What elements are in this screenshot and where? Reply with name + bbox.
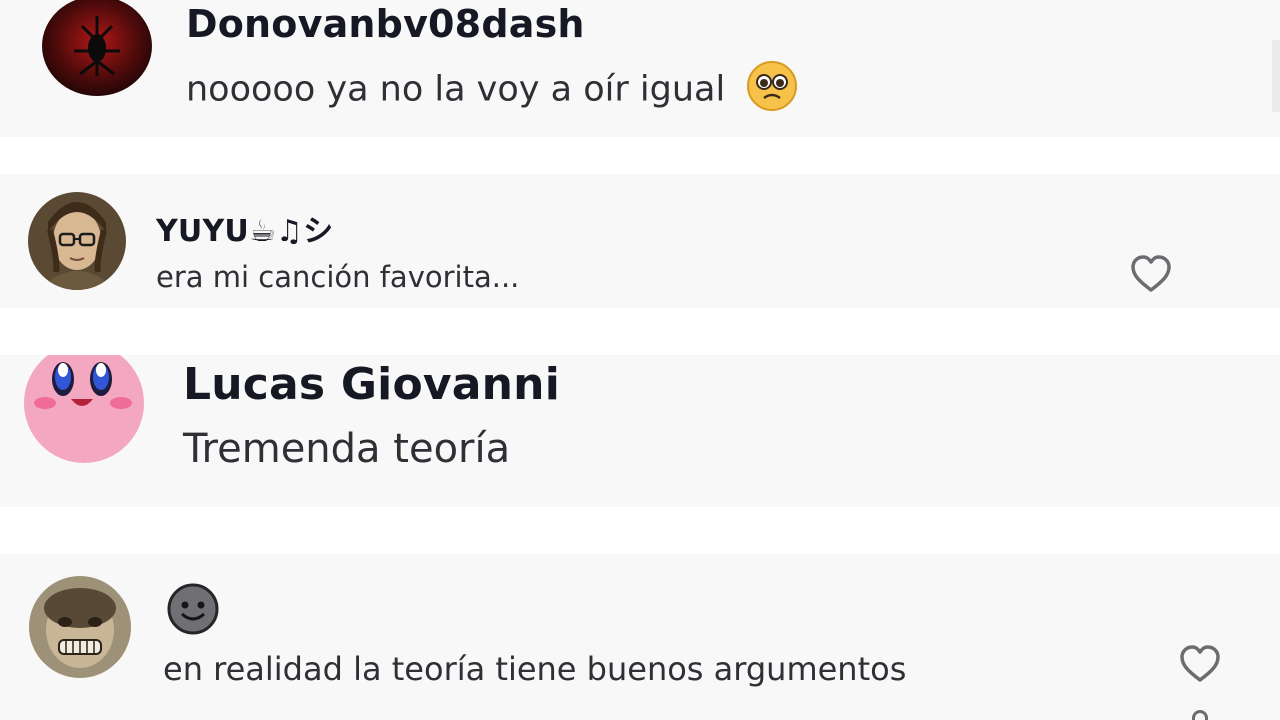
- heart-outline-icon[interactable]: [1129, 254, 1173, 294]
- username[interactable]: Donovanbv08dash: [186, 2, 585, 46]
- comment-item: Donovanbv08dash nooooo ya no la voy a oí…: [0, 0, 1280, 137]
- avatar[interactable]: [29, 576, 131, 678]
- comment-text: en realidad la teoría tiene buenos argum…: [163, 650, 907, 688]
- partial-icon: [1192, 710, 1208, 720]
- comment-text-content: nooooo ya no la voy a oír igual: [186, 69, 726, 110]
- username[interactable]: Lucas Giovanni: [183, 359, 560, 410]
- pleading-face-icon: [746, 60, 798, 121]
- scrollbar[interactable]: [1272, 40, 1280, 112]
- comment-item: en realidad la teoría tiene buenos argum…: [0, 554, 1280, 720]
- comment-text: Tremenda teoría: [183, 426, 511, 472]
- avatar[interactable]: [42, 0, 152, 96]
- avatar[interactable]: [28, 192, 126, 290]
- username[interactable]: YUYU☕♫シ: [156, 206, 333, 250]
- comment-text: nooooo ya no la voy a oír igual: [186, 60, 798, 121]
- heart-outline-icon[interactable]: [1178, 644, 1222, 684]
- username[interactable]: [166, 582, 220, 644]
- avatar[interactable]: [23, 355, 145, 463]
- smiling-face-icon: [166, 582, 220, 644]
- comment-item: YUYU☕♫シ era mi canción favorita...: [0, 174, 1280, 308]
- comment-text: era mi canción favorita...: [156, 260, 520, 294]
- comment-item: Lucas Giovanni Tremenda teoría: [0, 355, 1280, 507]
